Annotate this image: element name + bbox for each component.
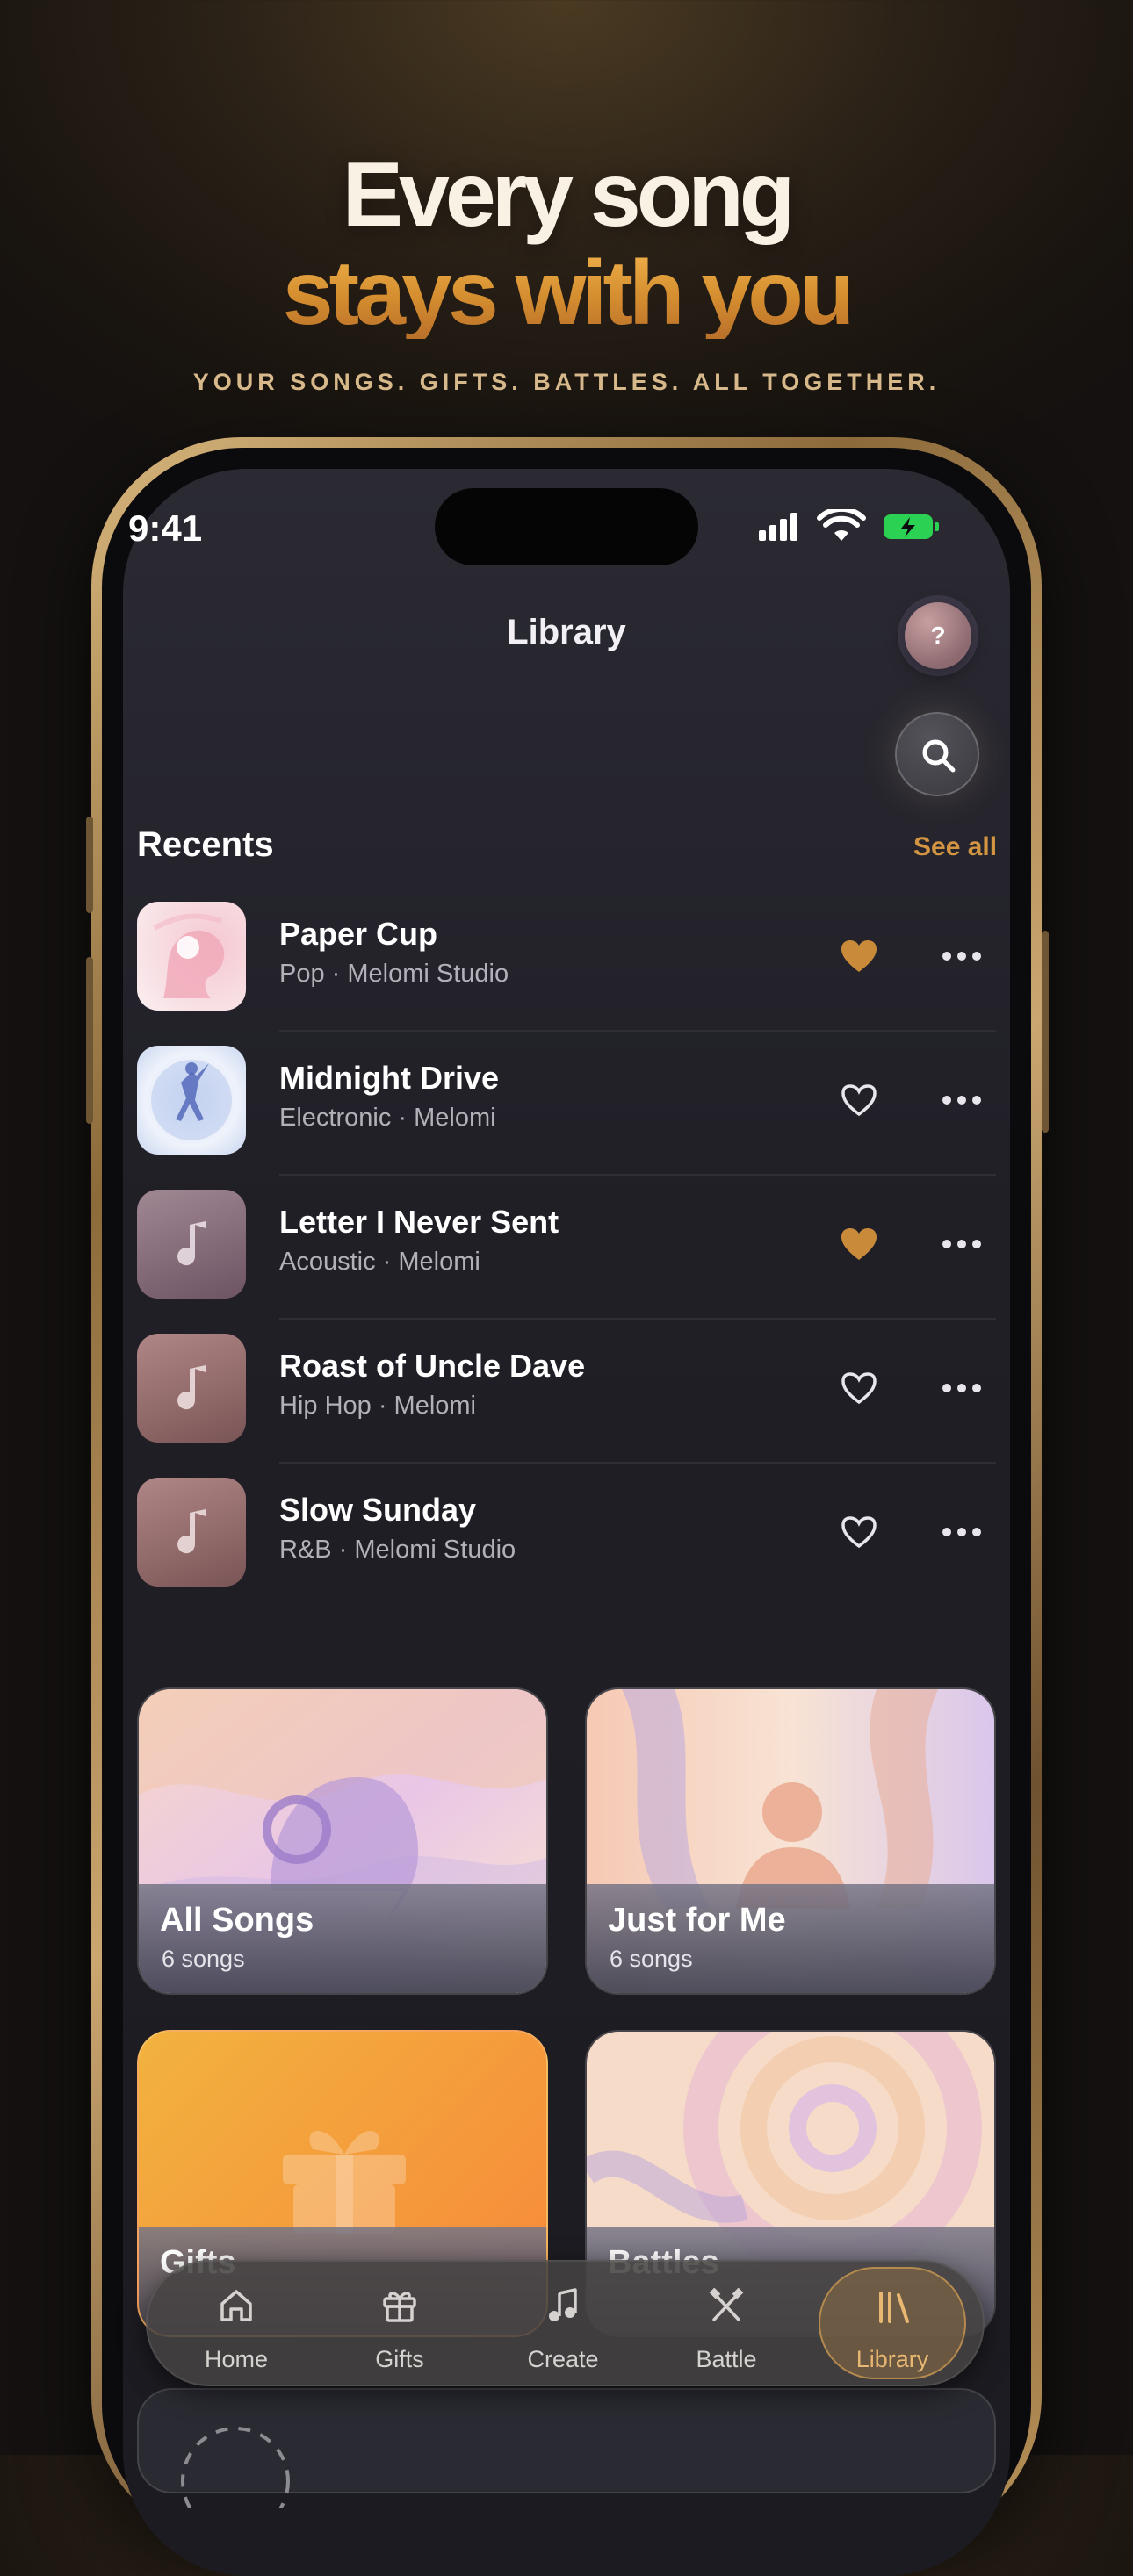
tab-label: Gifts — [375, 2346, 424, 2372]
see-all-link[interactable]: See all — [913, 832, 997, 862]
heart-outline-icon[interactable] — [840, 1515, 878, 1550]
more-options-icon[interactable] — [942, 1523, 982, 1541]
library-icon — [879, 2292, 909, 2323]
more-options-icon[interactable] — [942, 947, 982, 965]
collection-card-all-songs[interactable]: All Songs 6 songs — [137, 1687, 548, 1995]
hero-title-line1: Every song — [342, 144, 796, 246]
dashed-circle-icon — [181, 2427, 290, 2508]
tab-gifts[interactable]: Gifts — [325, 2262, 474, 2385]
divider — [279, 1462, 996, 1464]
card-subtitle: 6 songs — [162, 1946, 245, 1972]
list-item[interactable]: Midnight Drive Electronic · Melomi — [137, 1046, 996, 1190]
song-title: Slow Sunday — [279, 1492, 477, 1528]
heart-outline-icon[interactable] — [840, 1371, 878, 1406]
song-meta: Pop · Melomi Studio — [279, 960, 509, 988]
tab-home[interactable]: Home — [162, 2262, 311, 2385]
song-title: Midnight Drive — [279, 1060, 499, 1096]
heart-filled-icon[interactable] — [840, 1227, 878, 1262]
headphones-girl-art — [137, 902, 246, 1011]
song-title: Roast of Uncle Dave — [279, 1348, 586, 1384]
crossed-swords-icon — [709, 2287, 744, 2321]
divider — [279, 1174, 996, 1176]
tab-label: Create — [527, 2346, 599, 2372]
card-subtitle: 6 songs — [610, 1946, 693, 1972]
heart-filled-icon[interactable] — [840, 939, 878, 974]
card-label-area: Just for Me 6 songs — [587, 1884, 994, 1993]
heart-outline-icon[interactable] — [840, 1083, 878, 1118]
card-label-area: All Songs 6 songs — [139, 1884, 546, 1993]
side-button-right — [1042, 931, 1049, 1133]
signal-wifi-battery-icons — [759, 506, 939, 541]
tab-bar: Home Gifts Create Battle Library — [146, 2260, 985, 2386]
divider — [279, 1318, 996, 1320]
status-icons — [757, 506, 942, 544]
side-button-left — [86, 957, 93, 1124]
tab-library[interactable]: Library — [819, 2267, 966, 2379]
music-note-icon — [137, 1190, 246, 1299]
song-meta: Electronic · Melomi — [279, 1104, 496, 1132]
dynamic-island — [435, 488, 698, 565]
gift-icon — [383, 2292, 416, 2322]
list-item[interactable]: Paper Cup Pop · Melomi Studio — [137, 902, 996, 1046]
tab-label: Home — [204, 2346, 269, 2372]
tab-label: Battle — [696, 2346, 757, 2372]
tab-battle[interactable]: Battle — [652, 2262, 801, 2385]
more-options-icon[interactable] — [942, 1379, 982, 1397]
list-item[interactable]: Letter I Never Sent Acoustic · Melomi — [137, 1190, 996, 1334]
card-title: All Songs — [160, 1902, 314, 1939]
tab-label: Library — [855, 2346, 929, 2372]
card-title: Just for Me — [608, 1902, 786, 1939]
dancer-art — [137, 1046, 246, 1155]
search-icon — [922, 739, 956, 773]
status-time: 9:41 — [128, 507, 203, 549]
music-note-icon — [137, 1334, 246, 1443]
divider — [279, 1030, 996, 1032]
song-title: Letter I Never Sent — [279, 1204, 559, 1240]
music-note-icon — [137, 1478, 246, 1587]
search-button[interactable] — [895, 712, 979, 796]
song-meta: Acoustic · Melomi — [279, 1248, 480, 1276]
song-title: Paper Cup — [279, 916, 438, 952]
add-collection-card[interactable] — [137, 2388, 996, 2508]
gift-icon — [283, 2130, 406, 2234]
list-item[interactable]: Roast of Uncle Dave Hip Hop · Melomi — [137, 1334, 996, 1478]
song-meta: Hip Hop · Melomi — [279, 1392, 476, 1420]
tab-create[interactable]: Create — [488, 2262, 638, 2385]
collection-card-just-for-me[interactable]: Just for Me 6 songs — [585, 1687, 996, 1995]
home-icon — [220, 2290, 252, 2321]
more-options-icon[interactable] — [942, 1091, 982, 1109]
recents-heading: Recents — [137, 825, 274, 864]
help-button[interactable]: ? — [905, 602, 971, 669]
list-item[interactable]: Slow Sunday R&B · Melomi Studio — [137, 1478, 996, 1622]
side-button-left — [86, 817, 93, 913]
song-meta: R&B · Melomi Studio — [279, 1536, 516, 1564]
hero-subtitle: YOUR SONGS. GIFTS. BATTLES. ALL TOGETHER… — [192, 369, 941, 395]
music-note-icon — [549, 2288, 577, 2321]
hero-title-line2: stays with you — [0, 248, 1133, 339]
more-options-icon[interactable] — [942, 1235, 982, 1253]
